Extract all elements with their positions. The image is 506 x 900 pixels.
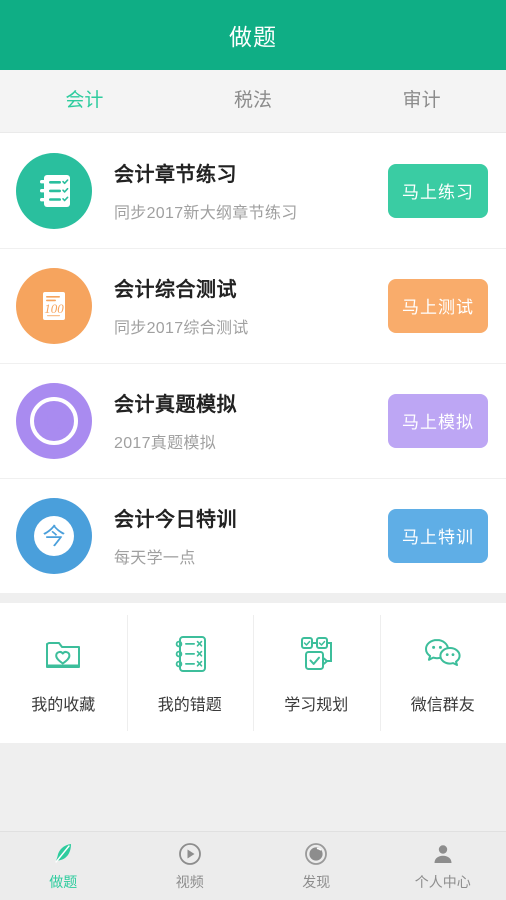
list-item-subtitle: 每天学一点 xyxy=(114,550,196,567)
notebook-wrong-icon xyxy=(171,631,209,677)
nav-item-label: 视频 xyxy=(175,873,204,890)
person-icon xyxy=(430,841,456,867)
tab-tax-law[interactable]: 税法 xyxy=(169,70,338,132)
nav-item-practice[interactable]: 做题 xyxy=(0,832,127,900)
jin-glyph: 今 xyxy=(43,523,66,549)
main-content: 会计章节练习 同步2017新大纲章节练习 马上练习 100 会计综合测试 同步2… xyxy=(0,133,506,831)
list-item-subtitle: 同步2017新大纲章节练习 xyxy=(114,205,298,222)
list-item-title: 会计综合测试 xyxy=(114,279,237,301)
grid-item-wechat-group[interactable]: 微信群友 xyxy=(379,603,506,743)
list-item-daily-training[interactable]: 今 会计今日特训 每天学一点 马上特训 xyxy=(0,478,506,593)
grid-item-my-mistakes[interactable]: 我的错题 xyxy=(126,603,254,743)
zhen-glyph: 真 xyxy=(43,409,65,434)
app-screen: 做题 会计 税法 审计 会计章节练习 同步2017新大纲章节练习 马上练习 10… xyxy=(0,0,506,900)
list-item-text: 会计真题模拟 2017真题模拟 xyxy=(92,388,388,453)
list-item-subtitle: 同步2017综合测试 xyxy=(114,320,249,337)
list-item-chapter-practice[interactable]: 会计章节练习 同步2017新大纲章节练习 马上练习 xyxy=(0,133,506,248)
list-item-title: 会计真题模拟 xyxy=(114,394,237,416)
plan-flowchart-icon xyxy=(294,631,338,677)
zhen-badge-icon: 真 xyxy=(16,382,92,459)
tab-accounting[interactable]: 会计 xyxy=(0,70,169,132)
app-header: 做题 xyxy=(0,0,506,70)
start-test-button[interactable]: 马上测试 xyxy=(388,278,488,333)
jin-badge-icon: 今 xyxy=(16,497,92,574)
page-title: 做题 xyxy=(229,24,277,50)
page-spacer xyxy=(0,743,506,831)
nav-item-label: 个人中心 xyxy=(414,873,471,890)
list-item-title: 会计章节练习 xyxy=(114,164,237,186)
list-item-subtitle: 2017真题模拟 xyxy=(114,435,216,452)
nav-item-video[interactable]: 视频 xyxy=(127,832,254,900)
score-paper-100-icon: 100 xyxy=(16,267,92,344)
nav-item-profile[interactable]: 个人中心 xyxy=(380,832,506,900)
notebook-checklist-icon xyxy=(16,152,92,229)
play-circle-icon xyxy=(177,841,203,867)
list-item-text: 会计今日特训 每天学一点 xyxy=(92,503,388,568)
wechat-bubbles-icon xyxy=(420,631,466,677)
bottom-navigation: 做题 视频 发现 个人中心 xyxy=(0,831,506,900)
grid-item-label: 我的错题 xyxy=(157,697,222,714)
start-simulation-button[interactable]: 马上模拟 xyxy=(388,393,488,448)
discover-circle-icon xyxy=(303,841,329,867)
grid-item-label: 学习规划 xyxy=(284,697,349,714)
list-item-real-exam-simulation[interactable]: 真 会计真题模拟 2017真题模拟 马上模拟 xyxy=(0,363,506,478)
list-item-title: 会计今日特训 xyxy=(114,509,237,531)
folder-heart-icon xyxy=(42,631,84,677)
start-practice-button[interactable]: 马上练习 xyxy=(388,163,488,218)
grid-item-label: 我的收藏 xyxy=(31,697,96,714)
svg-text:100: 100 xyxy=(44,301,64,316)
quick-entry-grid: 我的收藏 我的错题 学习规划 微信群友 xyxy=(0,603,506,743)
tab-audit[interactable]: 审计 xyxy=(337,70,506,132)
grid-item-study-plan[interactable]: 学习规划 xyxy=(253,603,380,743)
feather-icon xyxy=(50,841,76,867)
practice-list: 会计章节练习 同步2017新大纲章节练习 马上练习 100 会计综合测试 同步2… xyxy=(0,133,506,593)
nav-item-label: 发现 xyxy=(302,873,331,890)
list-item-comprehensive-test[interactable]: 100 会计综合测试 同步2017综合测试 马上测试 xyxy=(0,248,506,363)
list-item-text: 会计章节练习 同步2017新大纲章节练习 xyxy=(92,158,388,223)
grid-item-label: 微信群友 xyxy=(410,697,475,714)
grid-item-my-favorites[interactable]: 我的收藏 xyxy=(0,603,127,743)
list-item-text: 会计综合测试 同步2017综合测试 xyxy=(92,273,388,338)
subject-tabbar: 会计 税法 审计 xyxy=(0,70,506,133)
start-training-button[interactable]: 马上特训 xyxy=(388,508,488,563)
nav-item-discover[interactable]: 发现 xyxy=(253,832,380,900)
nav-item-label: 做题 xyxy=(49,873,78,890)
